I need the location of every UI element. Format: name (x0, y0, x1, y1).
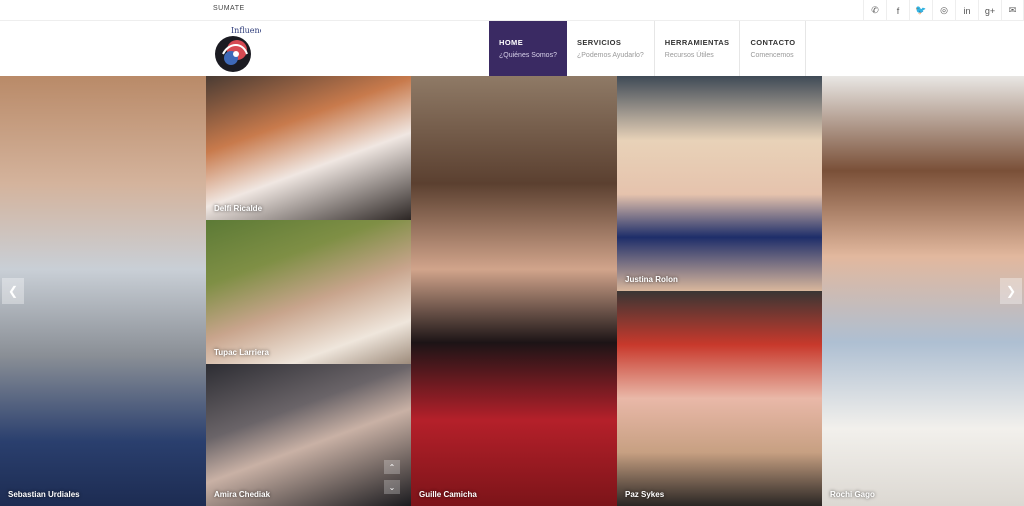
nav-herramientas-sub: Recursos Útiles (664, 52, 714, 59)
nav-contacto[interactable]: CONTACTO Comencemos (740, 21, 807, 76)
nav-home-sub: ¿Quiénes Somos? (499, 52, 557, 59)
influencer-tile[interactable]: Tupac Larriera (206, 220, 411, 364)
influencer-tile[interactable]: Delfi Ricalde (206, 76, 411, 220)
influencer-name: Guille Camicha (419, 490, 477, 499)
nav-servicios[interactable]: SERVICIOS ¿Podemos Ayudarlo? (567, 21, 655, 76)
google-plus-icon[interactable]: g+ (978, 0, 1001, 21)
email-icon[interactable]: ✉ (1001, 0, 1024, 21)
influencer-tile[interactable]: Paz Sykes (617, 291, 822, 506)
social-icons: ✆ f 🐦 ◎ in g+ ✉ (863, 0, 1024, 21)
nav-contacto-sub: Comencemos (750, 52, 794, 59)
influencer-name: Rochi Gago (830, 490, 875, 499)
influencer-tile[interactable]: Sebastian Urdiales (0, 76, 206, 506)
influencer-logo[interactable]: Influencer (209, 24, 261, 76)
influencer-tile[interactable]: Amira Chediak ⌃ ⌄ (206, 364, 411, 506)
sumate-link[interactable]: SUMATE (213, 5, 245, 12)
influencer-name: Justina Rolon (625, 275, 678, 284)
nav-herramientas-title: HERRAMIENTAS (664, 38, 730, 47)
nav-herramientas[interactable]: HERRAMIENTAS Recursos Útiles (655, 21, 741, 76)
twitter-icon[interactable]: 🐦 (909, 0, 932, 21)
scroll-down-button[interactable]: ⌄ (384, 480, 400, 494)
phone-icon[interactable]: ✆ (863, 0, 886, 21)
influencer-tile[interactable]: Rochi Gago (822, 76, 1024, 506)
top-bar: SUMATE ✆ f 🐦 ◎ in g+ ✉ (0, 0, 1024, 21)
influencer-name: Tupac Larriera (214, 348, 269, 357)
instagram-icon[interactable]: ◎ (932, 0, 955, 21)
influencer-tile[interactable]: Justina Rolon (617, 76, 822, 291)
linkedin-icon[interactable]: in (955, 0, 978, 21)
nav-home[interactable]: HOME ¿Quiénes Somos? (489, 21, 567, 76)
main-nav: HOME ¿Quiénes Somos? SERVICIOS ¿Podemos … (489, 21, 807, 76)
influencer-name: Sebastian Urdiales (8, 490, 80, 499)
scroll-up-button[interactable]: ⌃ (384, 460, 400, 474)
nav-home-title: HOME (499, 38, 524, 47)
influencer-name: Delfi Ricalde (214, 204, 263, 213)
influencer-grid: Sebastian Urdiales Delfi Ricalde Tupac L… (0, 76, 1024, 506)
influencer-tile[interactable]: Guille Camicha (411, 76, 617, 506)
influencer-name: Amira Chediak (214, 490, 271, 499)
nav-servicios-sub: ¿Podemos Ayudarlo? (576, 52, 644, 59)
facebook-icon[interactable]: f (886, 0, 909, 21)
influencer-name: Paz Sykes (625, 490, 665, 499)
logo-text: Influencer (231, 26, 261, 35)
slider-next-button[interactable]: ❯ (1000, 278, 1022, 304)
nav-contacto-title: CONTACTO (750, 38, 796, 47)
slider-prev-button[interactable]: ❮ (2, 278, 24, 304)
nav-servicios-title: SERVICIOS (576, 38, 622, 47)
